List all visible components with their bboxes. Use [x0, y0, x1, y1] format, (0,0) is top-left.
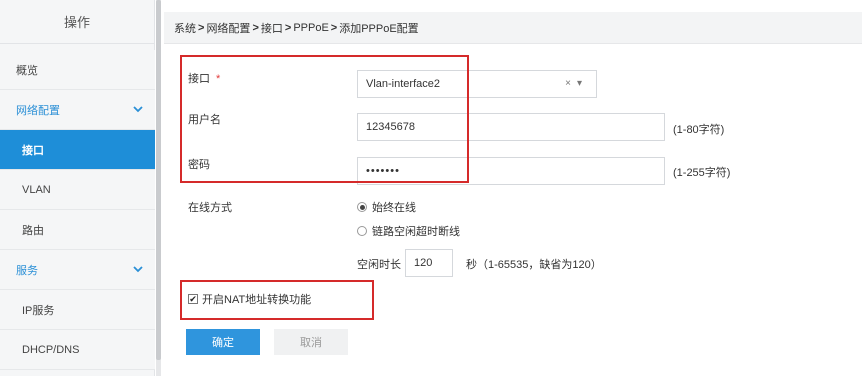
interface-select[interactable]: Vlan-interface2 ×▾ [357, 70, 597, 98]
sidebar-item-label: 服务 [16, 264, 38, 277]
radio-checked-icon [357, 202, 367, 212]
password-value: ••••••• [366, 165, 400, 177]
password-input[interactable]: ••••••• [357, 157, 665, 185]
clear-icon[interactable]: × [565, 78, 577, 89]
sidebar-header: 操作 [0, 0, 154, 44]
chevron-down-icon[interactable]: ▾ [577, 78, 588, 89]
idle-time-hint: 秒（1-65535，缺省为120） [466, 259, 602, 271]
interface-select-value: Vlan-interface2 [366, 78, 440, 90]
sidebar-item-interface[interactable]: 接口 [0, 130, 155, 170]
nat-checkbox[interactable]: ✔ 开启NAT地址转换功能 [188, 291, 311, 307]
sidebar-scrollbar[interactable] [156, 0, 161, 376]
sidebar-item-label: 概览 [16, 64, 38, 77]
password-label: 密码 [188, 159, 210, 171]
breadcrumb-separator: > [284, 21, 292, 34]
required-mark: * [216, 73, 221, 85]
password-hint: (1-255字符) [673, 167, 731, 179]
sidebar-item-label: IP服务 [22, 304, 55, 317]
cancel-button[interactable]: 取消 [274, 329, 348, 355]
checkbox-checked-icon: ✔ [188, 293, 198, 304]
radio-unchecked-icon [357, 226, 367, 236]
sidebar-item-vlan[interactable]: VLAN [0, 170, 155, 210]
breadcrumb-separator: > [330, 21, 338, 34]
radio-idle-timeout[interactable]: 链路空闲超时断线 [357, 223, 460, 239]
breadcrumb-item[interactable]: PPPoE [293, 22, 328, 34]
breadcrumb-item-current: 添加PPPoE配置 [339, 22, 419, 35]
radio-label: 链路空闲超时断线 [372, 226, 460, 238]
sidebar-item-dhcp-dns[interactable]: DHCP/DNS [0, 330, 155, 370]
chevron-down-icon [133, 106, 143, 113]
username-label: 用户名 [188, 114, 221, 126]
idle-time-input[interactable]: 120 [405, 249, 453, 277]
select-controls: ×▾ [565, 78, 588, 89]
idle-time-label: 空闲时长 [357, 259, 401, 271]
username-hint: (1-80字符) [673, 124, 725, 136]
ok-button[interactable]: 确定 [186, 329, 260, 355]
sidebar-item-label: 路由 [22, 224, 44, 237]
interface-label: 接口 * [188, 70, 220, 86]
idle-time-value: 120 [414, 257, 433, 269]
online-mode-label: 在线方式 [188, 202, 232, 214]
sidebar-item-services[interactable]: 服务 [0, 250, 155, 290]
scrollbar-thumb[interactable] [156, 0, 161, 360]
breadcrumb-item[interactable]: 系统 [174, 20, 196, 36]
sidebar-item-label: 网络配置 [16, 104, 60, 117]
interface-label-text: 接口 [188, 73, 210, 85]
username-value: 12345678 [366, 121, 415, 133]
sidebar-item-ip-services[interactable]: IP服务 [0, 290, 155, 330]
breadcrumb-separator: > [252, 21, 259, 34]
breadcrumb: 系统 > 网络配置 > 接口 > PPPoE > 添加PPPoE配置 [164, 12, 862, 44]
sidebar-item-label: DHCP/DNS [22, 343, 80, 356]
breadcrumb-item[interactable]: 接口 [261, 20, 283, 36]
sidebar-item-label: 接口 [22, 144, 44, 157]
username-input[interactable]: 12345678 [357, 113, 665, 141]
radio-label: 始终在线 [372, 202, 416, 214]
breadcrumb-separator: > [198, 21, 205, 34]
nat-label: 开启NAT地址转换功能 [202, 294, 312, 306]
sidebar-item-label: VLAN [22, 183, 51, 196]
breadcrumb-item[interactable]: 网络配置 [206, 20, 250, 36]
sidebar-item-overview[interactable]: 概览 [0, 50, 155, 90]
radio-always-online[interactable]: 始终在线 [357, 199, 416, 215]
sidebar-item-routing[interactable]: 路由 [0, 210, 155, 250]
sidebar-item-network-config[interactable]: 网络配置 [0, 90, 155, 130]
chevron-down-icon [133, 266, 143, 273]
